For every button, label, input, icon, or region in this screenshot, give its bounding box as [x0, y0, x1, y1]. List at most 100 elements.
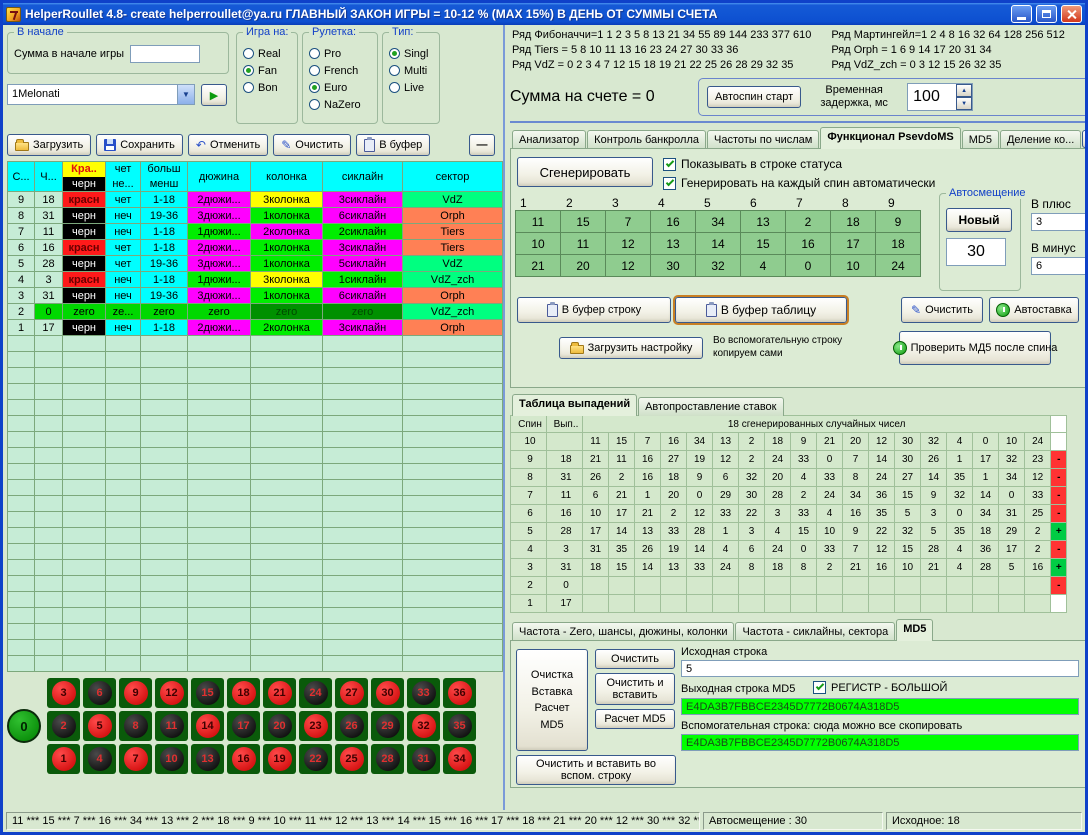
spin-value [765, 595, 791, 613]
md5-clear-paste-aux-button[interactable]: Очистить и вставить во вспом. строку [516, 755, 676, 785]
board-number-10[interactable]: 10 [155, 744, 188, 774]
board-number-25[interactable]: 25 [335, 744, 368, 774]
radio-NaZero[interactable]: NaZero [309, 96, 373, 113]
board-number-3[interactable]: 3 [47, 678, 80, 708]
load-settings-button[interactable]: Загрузить настройку [559, 337, 703, 359]
board-number-31[interactable]: 31 [407, 744, 440, 774]
board-number-18[interactable]: 18 [227, 678, 260, 708]
begin-sum-input[interactable] [130, 45, 200, 63]
preset-select[interactable]: 1Melonati ▼ [7, 84, 195, 105]
autobet-button[interactable]: Автоставка [989, 297, 1079, 323]
close-button[interactable] [1061, 5, 1082, 23]
check-md5-button[interactable]: Проверить МД5 после спина [899, 331, 1051, 365]
clear-button[interactable]: ✎Очистить [273, 134, 351, 156]
chevron-down-icon[interactable]: ▼ [177, 85, 194, 104]
generate-each-spin-checkbox[interactable]: Генерировать на каждый спин автоматическ… [663, 176, 935, 190]
board-number-0[interactable]: 0 [7, 709, 41, 743]
maximize-button[interactable] [1036, 5, 1057, 23]
generate-button[interactable]: Сгенерировать [517, 157, 653, 187]
board-number-30[interactable]: 30 [371, 678, 404, 708]
board-number-35[interactable]: 35 [443, 711, 476, 741]
radio-Singl[interactable]: Singl [389, 45, 435, 62]
board-number-15[interactable]: 15 [191, 678, 224, 708]
board-number-22[interactable]: 22 [299, 744, 332, 774]
md5-big-button[interactable]: Очистка Вставка Расчет MD5 [516, 649, 588, 751]
radio-Multi[interactable]: Multi [389, 62, 435, 79]
board-number-9[interactable]: 9 [119, 678, 152, 708]
board-number-11[interactable]: 11 [155, 711, 188, 741]
tab-MD5[interactable]: MD5 [962, 130, 999, 149]
spin-value: 14 [921, 469, 947, 487]
tab-Деление ко...[interactable]: Деление ко... [1000, 130, 1081, 149]
board-number-26[interactable]: 26 [335, 711, 368, 741]
minimize-button[interactable] [1011, 5, 1032, 23]
tab-Автопроставление ставок[interactable]: Автопроставление ставок [638, 397, 783, 416]
board-number-16[interactable]: 16 [227, 744, 260, 774]
board-number-8[interactable]: 8 [119, 711, 152, 741]
board-number-1[interactable]: 1 [47, 744, 80, 774]
md5-clear-paste-button[interactable]: Очистить и вставить [595, 673, 675, 705]
collapse-button[interactable]: — [469, 134, 495, 156]
board-number-5[interactable]: 5 [83, 711, 116, 741]
delay-input[interactable] [908, 84, 956, 110]
board-number-20[interactable]: 20 [263, 711, 296, 741]
tab-Функционал PsevdoMS[interactable]: Функционал PsevdoMS [820, 127, 960, 149]
board-number-29[interactable]: 29 [371, 711, 404, 741]
show-in-status-checkbox[interactable]: Показывать в строке статуса [663, 157, 842, 171]
save-button[interactable]: Сохранить [96, 134, 183, 156]
board-number-28[interactable]: 28 [371, 744, 404, 774]
board-number-4[interactable]: 4 [83, 744, 116, 774]
radio-Euro[interactable]: Euro [309, 79, 373, 96]
tab-Анализатор[interactable]: Анализатор [512, 130, 586, 149]
board-number-36[interactable]: 36 [443, 678, 476, 708]
autospin-start-button[interactable]: Автоспин старт [707, 86, 801, 108]
board-number-32[interactable]: 32 [407, 711, 440, 741]
board-number-6[interactable]: 6 [83, 678, 116, 708]
md5-aux-field[interactable]: E4DA3B7FBBCE2345D7772B0674A318D5 [681, 734, 1079, 751]
radio-Pro[interactable]: Pro [309, 45, 373, 62]
board-number-33[interactable]: 33 [407, 678, 440, 708]
tab-Частоты по числам[interactable]: Частоты по числам [707, 130, 819, 149]
register-uppercase-checkbox[interactable]: РЕГИСТР - БОЛЬШОЙ [813, 681, 947, 694]
radio-Fan[interactable]: Fan [243, 62, 293, 79]
tab-Частота - Zero, шансы, дюжины, колонки[interactable]: Частота - Zero, шансы, дюжины, колонки [512, 622, 734, 641]
radio-French[interactable]: French [309, 62, 373, 79]
md5-output-field[interactable]: E4DA3B7FBBCE2345D7772B0674A318D5 [681, 698, 1079, 715]
board-number-13[interactable]: 13 [191, 744, 224, 774]
to-buffer-button[interactable]: В буфер [356, 134, 430, 156]
board-number-19[interactable]: 19 [263, 744, 296, 774]
board-number-34[interactable]: 34 [443, 744, 476, 774]
tab-Контроль банкролла[interactable]: Контроль банкролла [587, 130, 706, 149]
spinner-up-button[interactable]: ▲ [956, 84, 972, 97]
titlebar[interactable]: HelperRoullet 4.8- create helperroullet@… [3, 3, 1085, 25]
clear-grid-button[interactable]: ✎Очистить [901, 297, 983, 323]
tab-MD5[interactable]: MD5 [896, 619, 933, 641]
play-button[interactable]: ▶ [201, 84, 227, 106]
board-number-17[interactable]: 17 [227, 711, 260, 741]
board-number-12[interactable]: 12 [155, 678, 188, 708]
tab-Частота - сиклайны, сектора[interactable]: Частота - сиклайны, сектора [735, 622, 895, 641]
radio-Real[interactable]: Real [243, 45, 293, 62]
board-number-14[interactable]: 14 [191, 711, 224, 741]
board-number-24[interactable]: 24 [299, 678, 332, 708]
tab-Таблица выпадений[interactable]: Таблица выпадений [512, 394, 637, 416]
board-number-23[interactable]: 23 [299, 711, 332, 741]
spinner-down-button[interactable]: ▼ [956, 97, 972, 110]
board-number-2[interactable]: 2 [47, 711, 80, 741]
board-number-21[interactable]: 21 [263, 678, 296, 708]
md5-calc-button[interactable]: Расчет MD5 [595, 709, 675, 729]
md5-source-input[interactable] [681, 660, 1079, 677]
tabs-scroll-left-button[interactable]: ◄ [1082, 130, 1088, 148]
board-number-27[interactable]: 27 [335, 678, 368, 708]
board-number-7[interactable]: 7 [119, 744, 152, 774]
buffer-table-button[interactable]: В буфер таблицу [675, 297, 847, 323]
radio-Live[interactable]: Live [389, 79, 435, 96]
minus-input[interactable] [1031, 257, 1088, 275]
undo-button[interactable]: ↶Отменить [188, 134, 268, 156]
new-button[interactable]: Новый [946, 208, 1012, 232]
load-button[interactable]: Загрузить [7, 134, 91, 156]
md5-clear-button[interactable]: Очистить [595, 649, 675, 669]
buffer-row-button[interactable]: В буфер строку [517, 297, 671, 323]
radio-Bon[interactable]: Bon [243, 79, 293, 96]
plus-input[interactable] [1031, 213, 1088, 231]
